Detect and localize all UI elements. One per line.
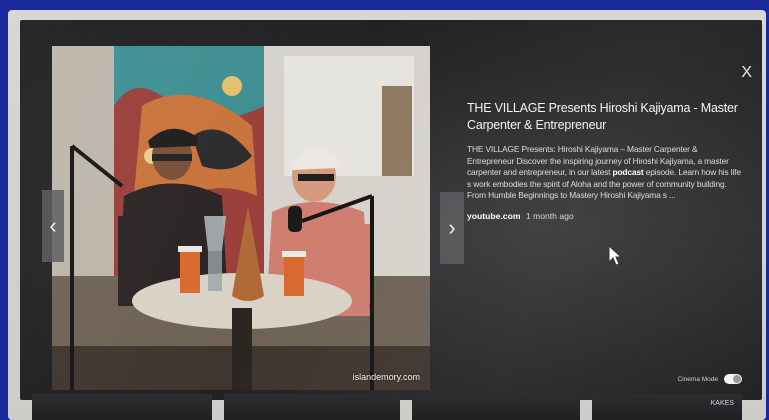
mouse-cursor-icon xyxy=(608,245,622,266)
image-lightbox-overlay: islandemory.com ‹ › X THE VILLAGE Presen… xyxy=(20,20,762,400)
description-highlight: podcast xyxy=(612,167,644,178)
chevron-right-icon: › xyxy=(448,215,456,240)
cinema-mode-label: Cinema Mode xyxy=(677,375,718,383)
image-watermark: islandemory.com xyxy=(352,372,420,382)
podcast-photo[interactable]: islandemory.com xyxy=(52,46,430,390)
close-icon: X xyxy=(741,64,752,81)
result-title[interactable]: THE VILLAGE Presents Hiroshi Kajiyama - … xyxy=(467,100,745,134)
podcast-scene-image xyxy=(52,46,430,390)
chevron-left-icon: ‹ xyxy=(49,213,57,238)
thumbnail-item[interactable]: KAKES xyxy=(592,394,742,420)
monitor-bezel: islandemory.com ‹ › X THE VILLAGE Presen… xyxy=(8,10,766,420)
publish-age: 1 month ago xyxy=(525,210,574,221)
cinema-mode-control[interactable]: Cinema Mode xyxy=(678,374,742,384)
thumbnail-item[interactable] xyxy=(224,394,400,420)
thumbnail-text: KAKES xyxy=(710,400,734,407)
result-description: THE VILLAGE Presents: Hiroshi Kajiyama –… xyxy=(467,144,745,202)
source-link[interactable]: youtube.com xyxy=(467,211,520,221)
thumbnail-item[interactable] xyxy=(412,394,580,420)
close-button[interactable]: X xyxy=(741,64,752,82)
cinema-mode-toggle[interactable] xyxy=(724,374,742,384)
image-details-panel: THE VILLAGE Presents Hiroshi Kajiyama - … xyxy=(467,100,745,221)
thumbnail-strip: KAKES xyxy=(16,394,758,420)
thumbnail-item[interactable] xyxy=(32,394,212,420)
next-image-button[interactable]: › xyxy=(440,192,464,264)
result-meta: youtube.com 1 month ago xyxy=(467,211,745,221)
previous-image-button[interactable]: ‹ xyxy=(42,190,64,262)
